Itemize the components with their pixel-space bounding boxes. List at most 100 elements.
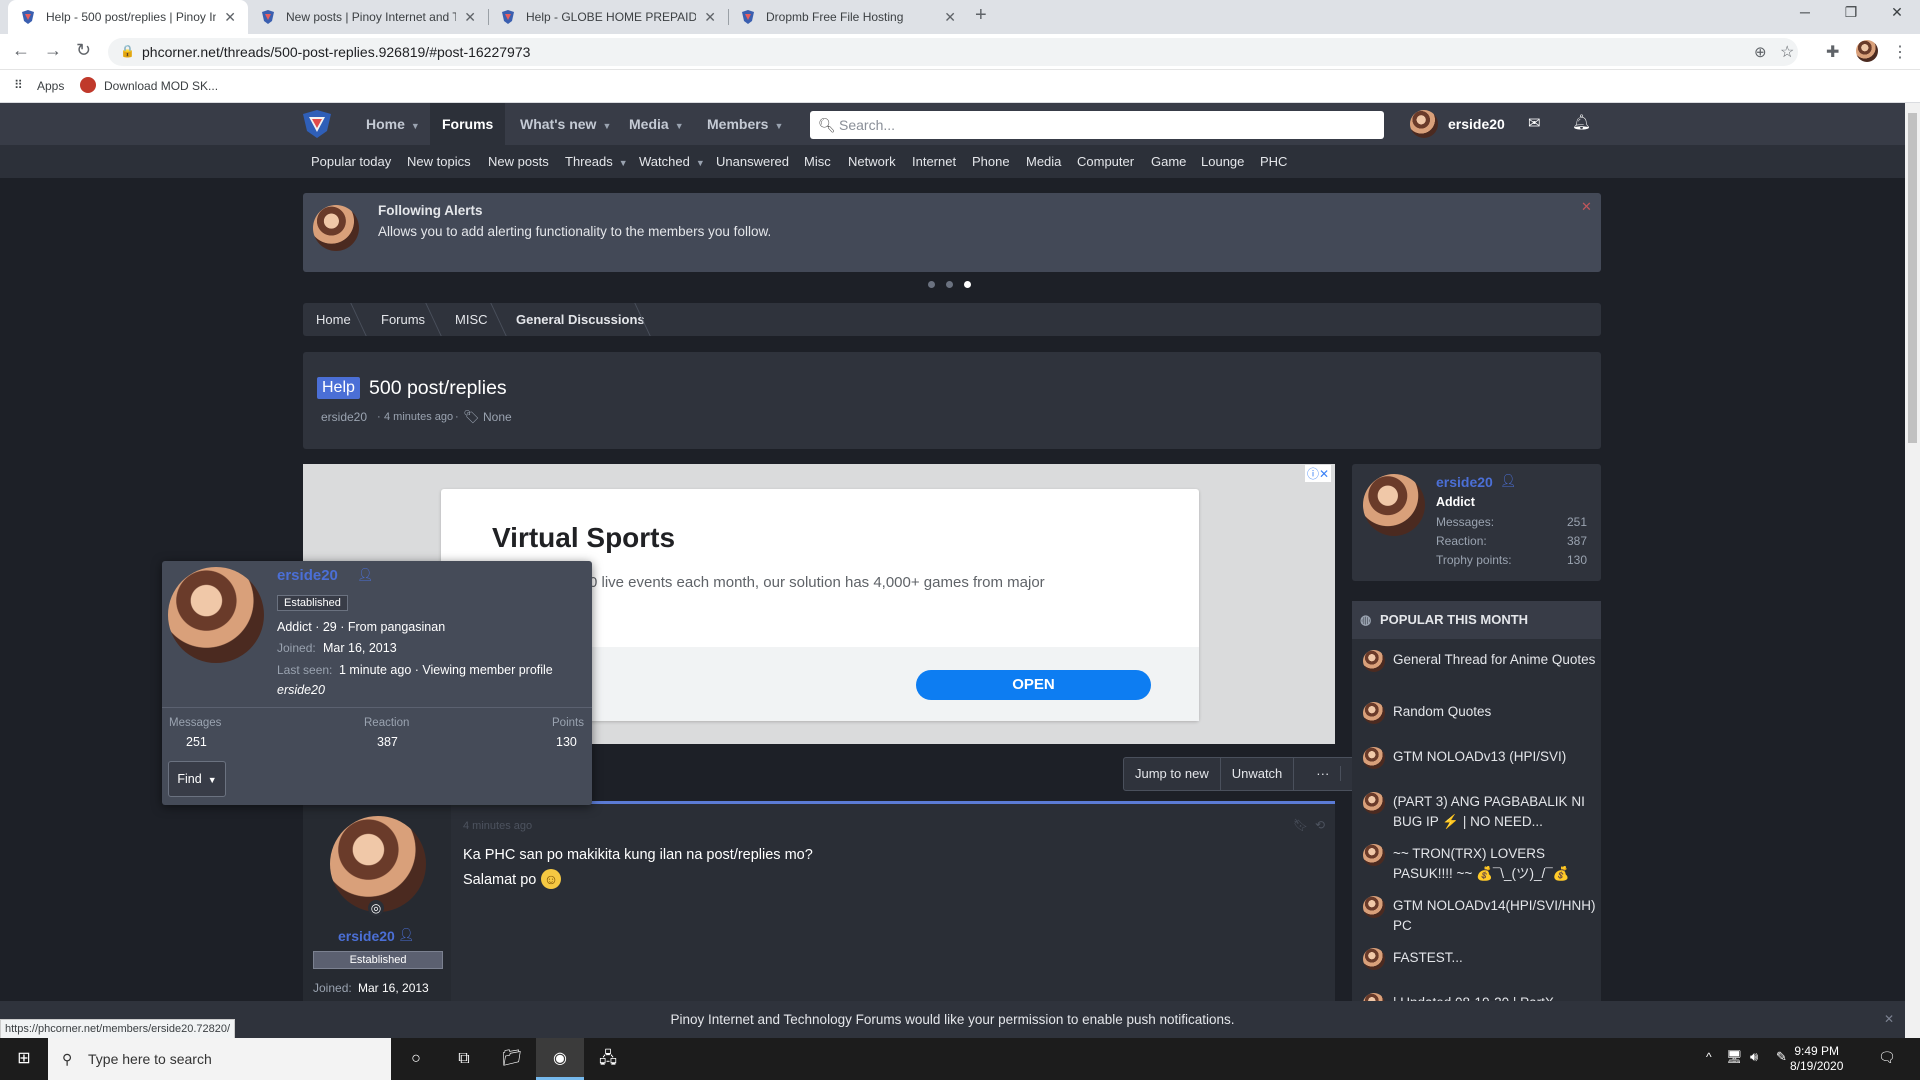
minimize-icon[interactable]: ─ [1782, 4, 1828, 20]
bookmark-apps[interactable]: Apps [37, 79, 64, 93]
breadcrumb-general-discussions[interactable]: General Discussions [516, 303, 645, 336]
browser-tab[interactable]: Dropmb Free File Hosting ✕ [728, 0, 968, 34]
close-window-icon[interactable]: ✕ [1874, 4, 1920, 21]
subnav-media[interactable]: Media [1026, 145, 1061, 178]
subnav-phc[interactable]: PHC [1260, 145, 1287, 178]
sidebar-username[interactable]: erside20 [1436, 474, 1493, 490]
popular-title[interactable]: Random Quotes [1393, 702, 1598, 722]
task-view-icon[interactable]: ⧉ [440, 1038, 488, 1080]
close-icon[interactable]: ✕ [1581, 199, 1592, 215]
breadcrumb-home[interactable]: Home [316, 303, 351, 336]
nav-forums[interactable]: Forums [430, 103, 506, 145]
close-tab-icon[interactable]: ✕ [944, 9, 956, 26]
file-explorer-icon[interactable]: 📁︎ [488, 1038, 536, 1080]
thread-tags[interactable]: None [483, 410, 512, 424]
post-username[interactable]: erside20 [338, 928, 395, 944]
search-input[interactable]: 🔍︎ Search... [810, 111, 1384, 139]
profile-avatar[interactable] [1856, 40, 1878, 62]
subnav-watched[interactable]: Watched ▼ [639, 145, 705, 180]
thread-author[interactable]: erside20 [321, 410, 367, 424]
subnav-network[interactable]: Network [848, 145, 896, 178]
stat-value[interactable]: 130 [556, 735, 577, 749]
unwatch-button[interactable]: Unwatch [1221, 758, 1295, 790]
subnav-lounge[interactable]: Lounge [1201, 145, 1244, 178]
chrome-taskbar-icon[interactable]: ◉ [536, 1038, 584, 1080]
popular-title[interactable]: GTM NOLOADv13 (HPI/SVI) [1393, 747, 1598, 767]
carousel-dot[interactable] [946, 281, 953, 288]
caret-down-icon[interactable]: ▼ [602, 121, 611, 131]
back-icon[interactable]: ← [12, 40, 30, 61]
stat-value[interactable]: 251 [186, 735, 207, 749]
caret-down-icon[interactable]: ▼ [208, 775, 217, 785]
popular-title[interactable]: FASTEST... [1393, 948, 1598, 968]
bookmark-star-icon[interactable]: ☆ [1780, 42, 1794, 62]
network-app-icon[interactable]: 🖧 [584, 1038, 632, 1080]
subnav-threads[interactable]: Threads ▼ [565, 145, 628, 180]
scrollbar-thumb[interactable] [1908, 113, 1917, 443]
network-icon[interactable]: 🖥︎ [1726, 1049, 1743, 1065]
close-icon[interactable]: ✕ [1884, 1001, 1894, 1038]
restore-icon[interactable]: ❐ [1828, 4, 1874, 21]
install-icon[interactable]: ⊕ [1754, 43, 1767, 61]
last-seen-user[interactable]: erside20 [277, 683, 325, 697]
thread-prefix-badge[interactable]: Help [317, 377, 360, 399]
find-button[interactable]: Find ▼ [168, 761, 226, 797]
extensions-icon[interactable]: ✚ [1826, 42, 1839, 62]
user-menu[interactable]: erside20 [1410, 110, 1505, 138]
stat-value[interactable]: 387 [377, 735, 398, 749]
carousel-dot[interactable] [928, 281, 935, 288]
close-tab-icon[interactable]: ✕ [704, 9, 716, 26]
nav-media[interactable]: Media ▼ [617, 103, 696, 145]
forward-icon[interactable]: → [44, 40, 62, 61]
post-time[interactable]: 4 minutes ago [463, 820, 532, 832]
windows-start-icon[interactable]: ⊞ [0, 1038, 48, 1080]
nav-whats-new[interactable]: What's new ▼ [508, 103, 623, 145]
breadcrumb-misc[interactable]: MISC [455, 303, 488, 336]
new-tab-icon[interactable]: + [975, 4, 987, 27]
subnav-unanswered[interactable]: Unanswered [716, 145, 789, 178]
ad-info-icon[interactable]: ⓘ✕ [1305, 465, 1332, 482]
subnav-new-posts[interactable]: New posts [488, 145, 549, 178]
reload-icon[interactable]: ↻ [76, 40, 91, 61]
push-notice-text[interactable]: Pinoy Internet and Technology Forums wou… [670, 1012, 1234, 1027]
popular-title[interactable]: ~~ TRON(TRX) LOVERS PASUK!!!! ~~ 💰¯\_(ツ)… [1393, 844, 1598, 884]
menu-kebab-icon[interactable]: ⋮ [1892, 42, 1908, 62]
taskbar-search-input[interactable]: ⚲ Type here to search [48, 1038, 391, 1080]
apps-grid-icon[interactable]: ⠿ [14, 78, 23, 92]
thread-time[interactable]: 4 minutes ago [384, 411, 453, 423]
phcorner-logo-icon[interactable] [300, 109, 334, 139]
taskbar-clock[interactable]: 9:49 PM 8/19/2020 [1790, 1044, 1843, 1074]
tray-chevron-icon[interactable]: ^ [1706, 1050, 1712, 1064]
inbox-icon[interactable]: ✉ [1528, 114, 1541, 132]
caret-down-icon[interactable]: ▼ [774, 121, 783, 131]
caret-down-icon[interactable]: ▼ [696, 158, 705, 168]
breadcrumb-forums[interactable]: Forums [381, 303, 425, 336]
notifications-icon[interactable]: 🗨︎ [1878, 1049, 1896, 1066]
caret-down-icon[interactable]: ▼ [675, 121, 684, 131]
browser-tab[interactable]: Help - GLOBE HOME PREPAID W ✕ [488, 0, 728, 34]
share-icon[interactable]: ⟲ [1315, 818, 1325, 832]
ad-open-button[interactable]: OPEN [916, 670, 1151, 700]
browser-tab[interactable]: Help - 500 post/replies | Pinoy In ✕ [8, 0, 248, 34]
popular-title[interactable]: General Thread for Anime Quotes [1393, 650, 1598, 670]
alerts-bell-icon[interactable]: 🔔︎ [1572, 113, 1591, 131]
jump-to-new-button[interactable]: Jump to new [1124, 758, 1221, 790]
tooltip-username[interactable]: erside20 [277, 567, 338, 584]
subnav-internet[interactable]: Internet [912, 145, 956, 178]
avatar[interactable] [168, 567, 264, 663]
avatar[interactable] [330, 816, 426, 912]
caret-down-icon[interactable]: ▼ [411, 121, 420, 131]
close-tab-icon[interactable]: ✕ [224, 9, 236, 26]
subnav-computer[interactable]: Computer [1077, 145, 1134, 178]
popular-title[interactable]: GTM NOLOADv14(HPI/SVI/HNH) PC [1393, 896, 1598, 936]
cortana-icon[interactable]: ○ [392, 1038, 440, 1080]
scrollbar[interactable] [1905, 103, 1920, 1038]
avatar[interactable] [1363, 474, 1425, 536]
pen-icon[interactable]: ✎ [1776, 1049, 1787, 1065]
popular-title[interactable]: (PART 3) ANG PAGBABALIK NI BUG IP ⚡ | NO… [1393, 792, 1598, 832]
address-bar[interactable]: 🔒 phcorner.net/threads/500-post-replies.… [108, 38, 1798, 66]
bookmark-download-mod[interactable]: Download MOD SK... [104, 79, 218, 93]
caret-down-icon[interactable]: ▼ [619, 158, 628, 168]
nav-members[interactable]: Members ▼ [695, 103, 795, 145]
subnav-phone[interactable]: Phone [972, 145, 1010, 178]
